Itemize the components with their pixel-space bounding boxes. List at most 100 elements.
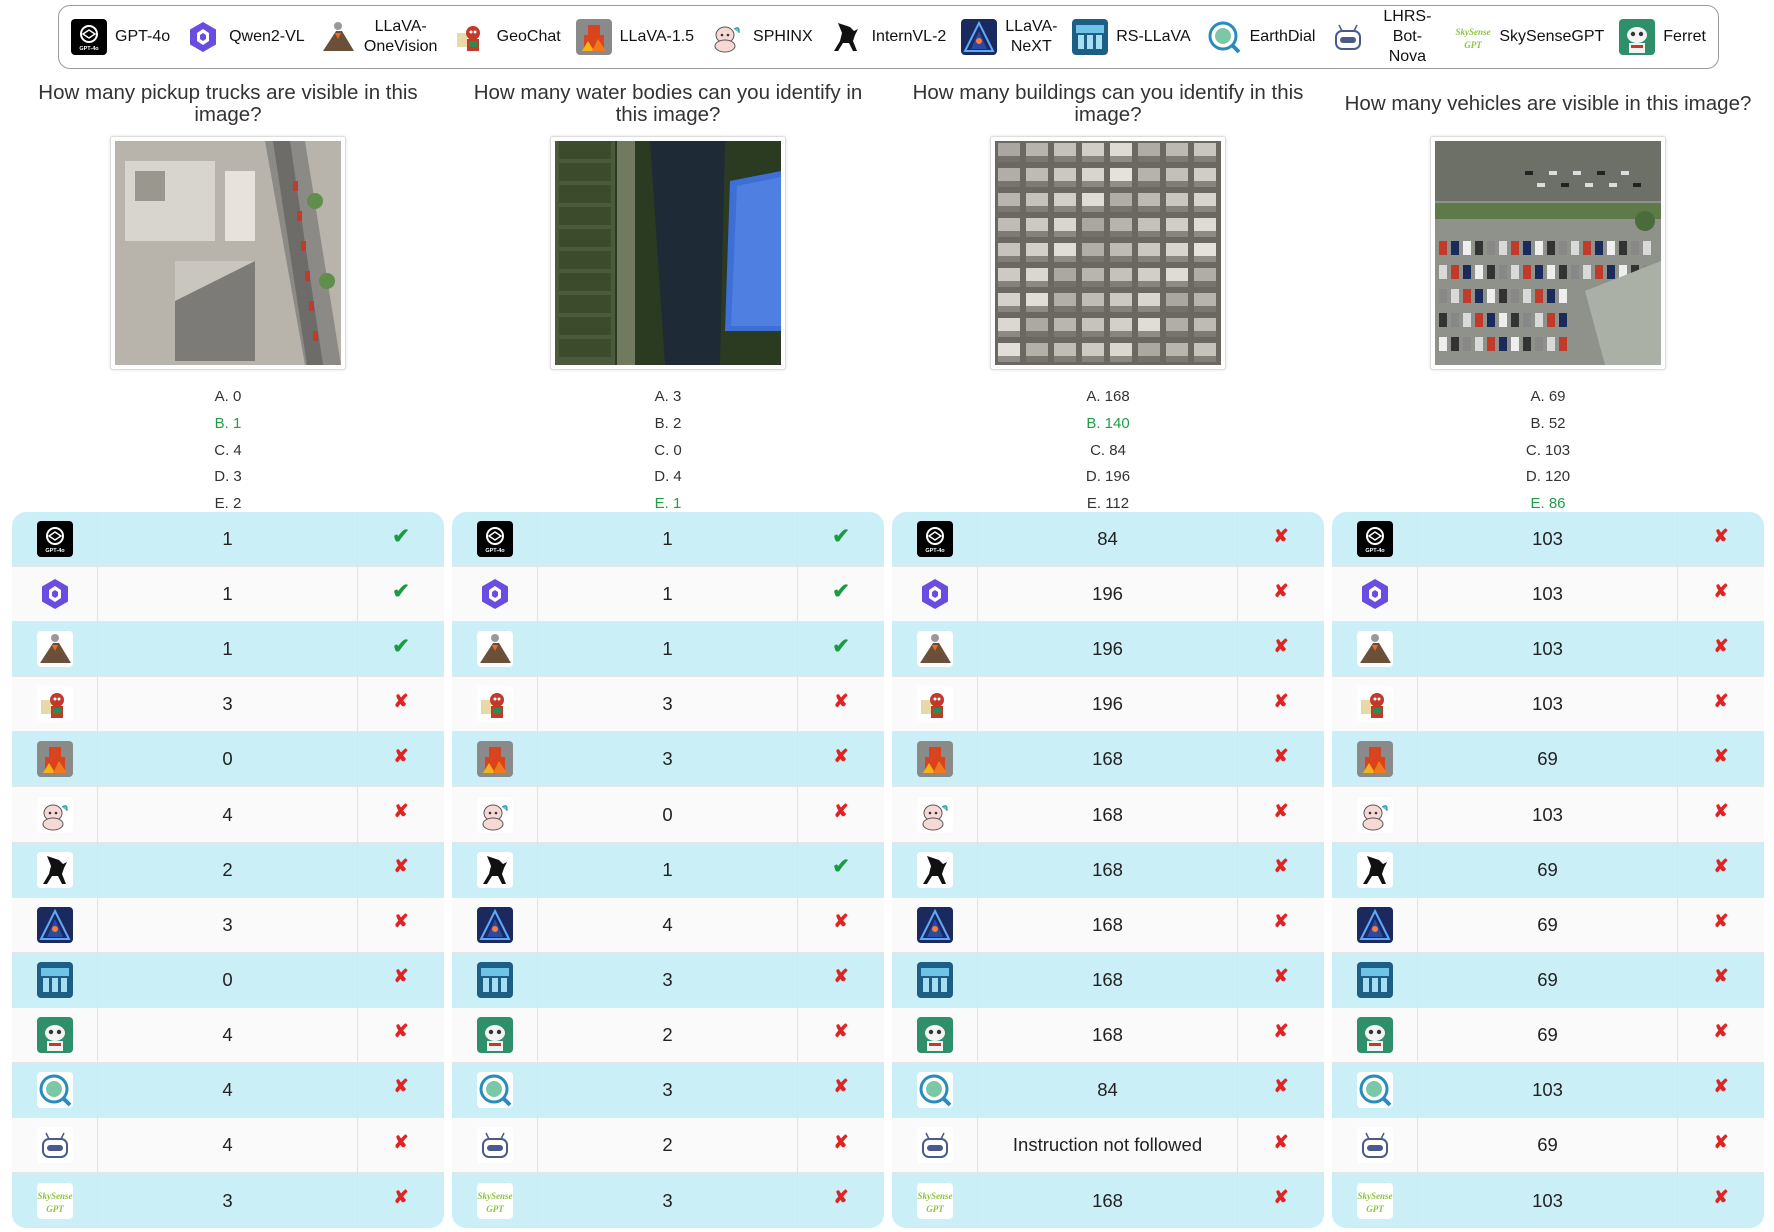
llavanext-icon xyxy=(916,906,953,943)
table-row: 3 ✘ xyxy=(12,677,444,733)
legend-item: LLaVA-1.5 xyxy=(575,19,695,55)
model-cell xyxy=(892,1062,978,1118)
legend-item: InternVL-2 xyxy=(827,19,947,55)
legend-item: RS-LLaVA xyxy=(1072,19,1191,55)
llavanext-icon xyxy=(36,906,73,943)
sphinx-icon xyxy=(36,796,73,833)
cross-icon: ✘ xyxy=(393,690,409,711)
model-cell xyxy=(452,677,538,732)
llava15-icon xyxy=(476,741,513,778)
option: C. 103 xyxy=(1525,441,1571,459)
checkmark-icon: ✔ xyxy=(832,579,850,603)
ferret-icon xyxy=(1356,1016,1393,1053)
robot-icon xyxy=(1330,19,1367,55)
earthdial-icon xyxy=(476,1071,513,1108)
table-row: 168 ✘ xyxy=(892,897,1324,953)
cross-icon: ✘ xyxy=(1713,801,1729,822)
table-row: 103 ✘ xyxy=(1332,622,1764,678)
volcano-icon xyxy=(1356,631,1393,668)
model-cell xyxy=(12,897,98,952)
model-answer: 2 xyxy=(538,1118,798,1173)
model-answer: 103 xyxy=(1418,1062,1678,1118)
gpt4o-icon: GPT-4o xyxy=(1356,521,1393,558)
model-answer: 1 xyxy=(538,512,798,567)
cross-icon: ✘ xyxy=(393,801,409,822)
option: C. 4 xyxy=(214,441,242,459)
ferret-icon xyxy=(476,1016,513,1053)
model-cell xyxy=(452,952,538,1007)
cross-icon: ✘ xyxy=(833,1021,849,1042)
svg-text:GPT-4o: GPT-4o xyxy=(485,548,505,554)
table-row: 3 ✘ xyxy=(452,732,884,788)
cross-icon: ✘ xyxy=(393,911,409,932)
svg-text:GPT: GPT xyxy=(1465,40,1483,50)
legend-item: SPHINX xyxy=(709,19,813,55)
legend-label: Qwen2-VL xyxy=(229,28,305,45)
svg-text:GPT: GPT xyxy=(1366,1204,1384,1214)
table-row: 0 ✘ xyxy=(12,732,444,788)
model-cell xyxy=(12,1062,98,1118)
model-cell xyxy=(452,842,538,897)
cross-icon: ✘ xyxy=(833,801,849,822)
table-row: 69 ✘ xyxy=(1332,952,1764,1008)
svg-text:GPT: GPT xyxy=(46,1204,64,1214)
legend-item: LLaVA-NeXT xyxy=(961,17,1057,57)
model-answer: 103 xyxy=(1418,567,1678,622)
svg-text:SkySense: SkySense xyxy=(37,1191,72,1201)
cross-icon: ✘ xyxy=(833,745,849,766)
gpt4o-icon: GPT-4o xyxy=(916,521,953,558)
model-answer: 0 xyxy=(98,952,358,1007)
cross-icon: ✘ xyxy=(1273,1131,1289,1152)
table-row: 4 ✘ xyxy=(12,1062,444,1119)
model-answer: 4 xyxy=(98,1007,358,1062)
cross-icon: ✘ xyxy=(1273,745,1289,766)
model-cell xyxy=(892,787,978,842)
internvl-icon xyxy=(36,851,73,888)
skysense-icon: SkySense GPT xyxy=(1356,1182,1393,1219)
gpt4o-icon: GPT-4o xyxy=(36,521,73,558)
model-answer: 1 xyxy=(98,512,358,567)
legend-label: SPHINX xyxy=(753,28,813,45)
model-answer: 168 xyxy=(978,952,1238,1007)
model-cell: SkySense GPT xyxy=(12,1173,98,1228)
model-answer: 103 xyxy=(1418,1173,1678,1228)
legend-label: SkySenseGPT xyxy=(1499,28,1605,45)
svg-text:SkySense: SkySense xyxy=(1456,27,1491,37)
model-answer: 4 xyxy=(98,1118,358,1173)
svg-text:GPT: GPT xyxy=(486,1204,504,1214)
model-answer: 103 xyxy=(1418,622,1678,677)
table-row: GPT-4o 84 ✘ xyxy=(892,512,1324,568)
model-answer: 168 xyxy=(978,897,1238,952)
model-answer: 3 xyxy=(538,677,798,732)
svg-text:GPT-4o: GPT-4o xyxy=(79,46,99,52)
cross-icon: ✘ xyxy=(393,1076,409,1097)
checkmark-icon: ✔ xyxy=(832,634,850,658)
cross-icon: ✘ xyxy=(1273,966,1289,987)
model-cell xyxy=(12,842,98,897)
option: D. 4 xyxy=(654,468,682,486)
question-image xyxy=(1430,136,1666,370)
cross-icon: ✘ xyxy=(1713,525,1729,546)
model-answer: 84 xyxy=(978,1062,1238,1118)
option: D. 120 xyxy=(1525,468,1571,486)
table-row: 69 ✘ xyxy=(1332,897,1764,953)
table-row: 196 ✘ xyxy=(892,677,1324,733)
legend-item: LHRS-Bot-Nova xyxy=(1330,7,1440,67)
table-row: 0 ✘ xyxy=(452,787,884,843)
model-answer: 0 xyxy=(98,732,358,787)
legend-label: InternVL-2 xyxy=(871,28,947,45)
cross-icon: ✘ xyxy=(393,1187,409,1208)
model-answers-table: GPT-4o 1 ✔ 1 ✔ 1 ✔ 3 ✘ 3 ✘ 0 ✘ 1 ✔ 4 ✘ 3 ✘ 2 ✘ 3 ✘ 2 ✘ SkySense GP… xyxy=(452,512,884,1228)
legend-item: GeoChat xyxy=(452,19,561,55)
option: B. 52 xyxy=(1530,414,1566,432)
legend-label: LLaVA-1.5 xyxy=(619,28,695,45)
table-row: GPT-4o 103 ✘ xyxy=(1332,512,1764,568)
model-cell: SkySense GPT xyxy=(452,1173,538,1228)
cross-icon: ✘ xyxy=(833,1131,849,1152)
table-row: SkySense GPT 3 ✘ xyxy=(452,1173,884,1228)
question-text: How many vehicles are visible in this im… xyxy=(1344,92,1752,115)
model-cell xyxy=(452,787,538,842)
model-cell: GPT-4o xyxy=(1332,512,1418,567)
gpt4o-icon: GPT-4o xyxy=(71,19,107,55)
table-row: 168 ✘ xyxy=(892,842,1324,898)
